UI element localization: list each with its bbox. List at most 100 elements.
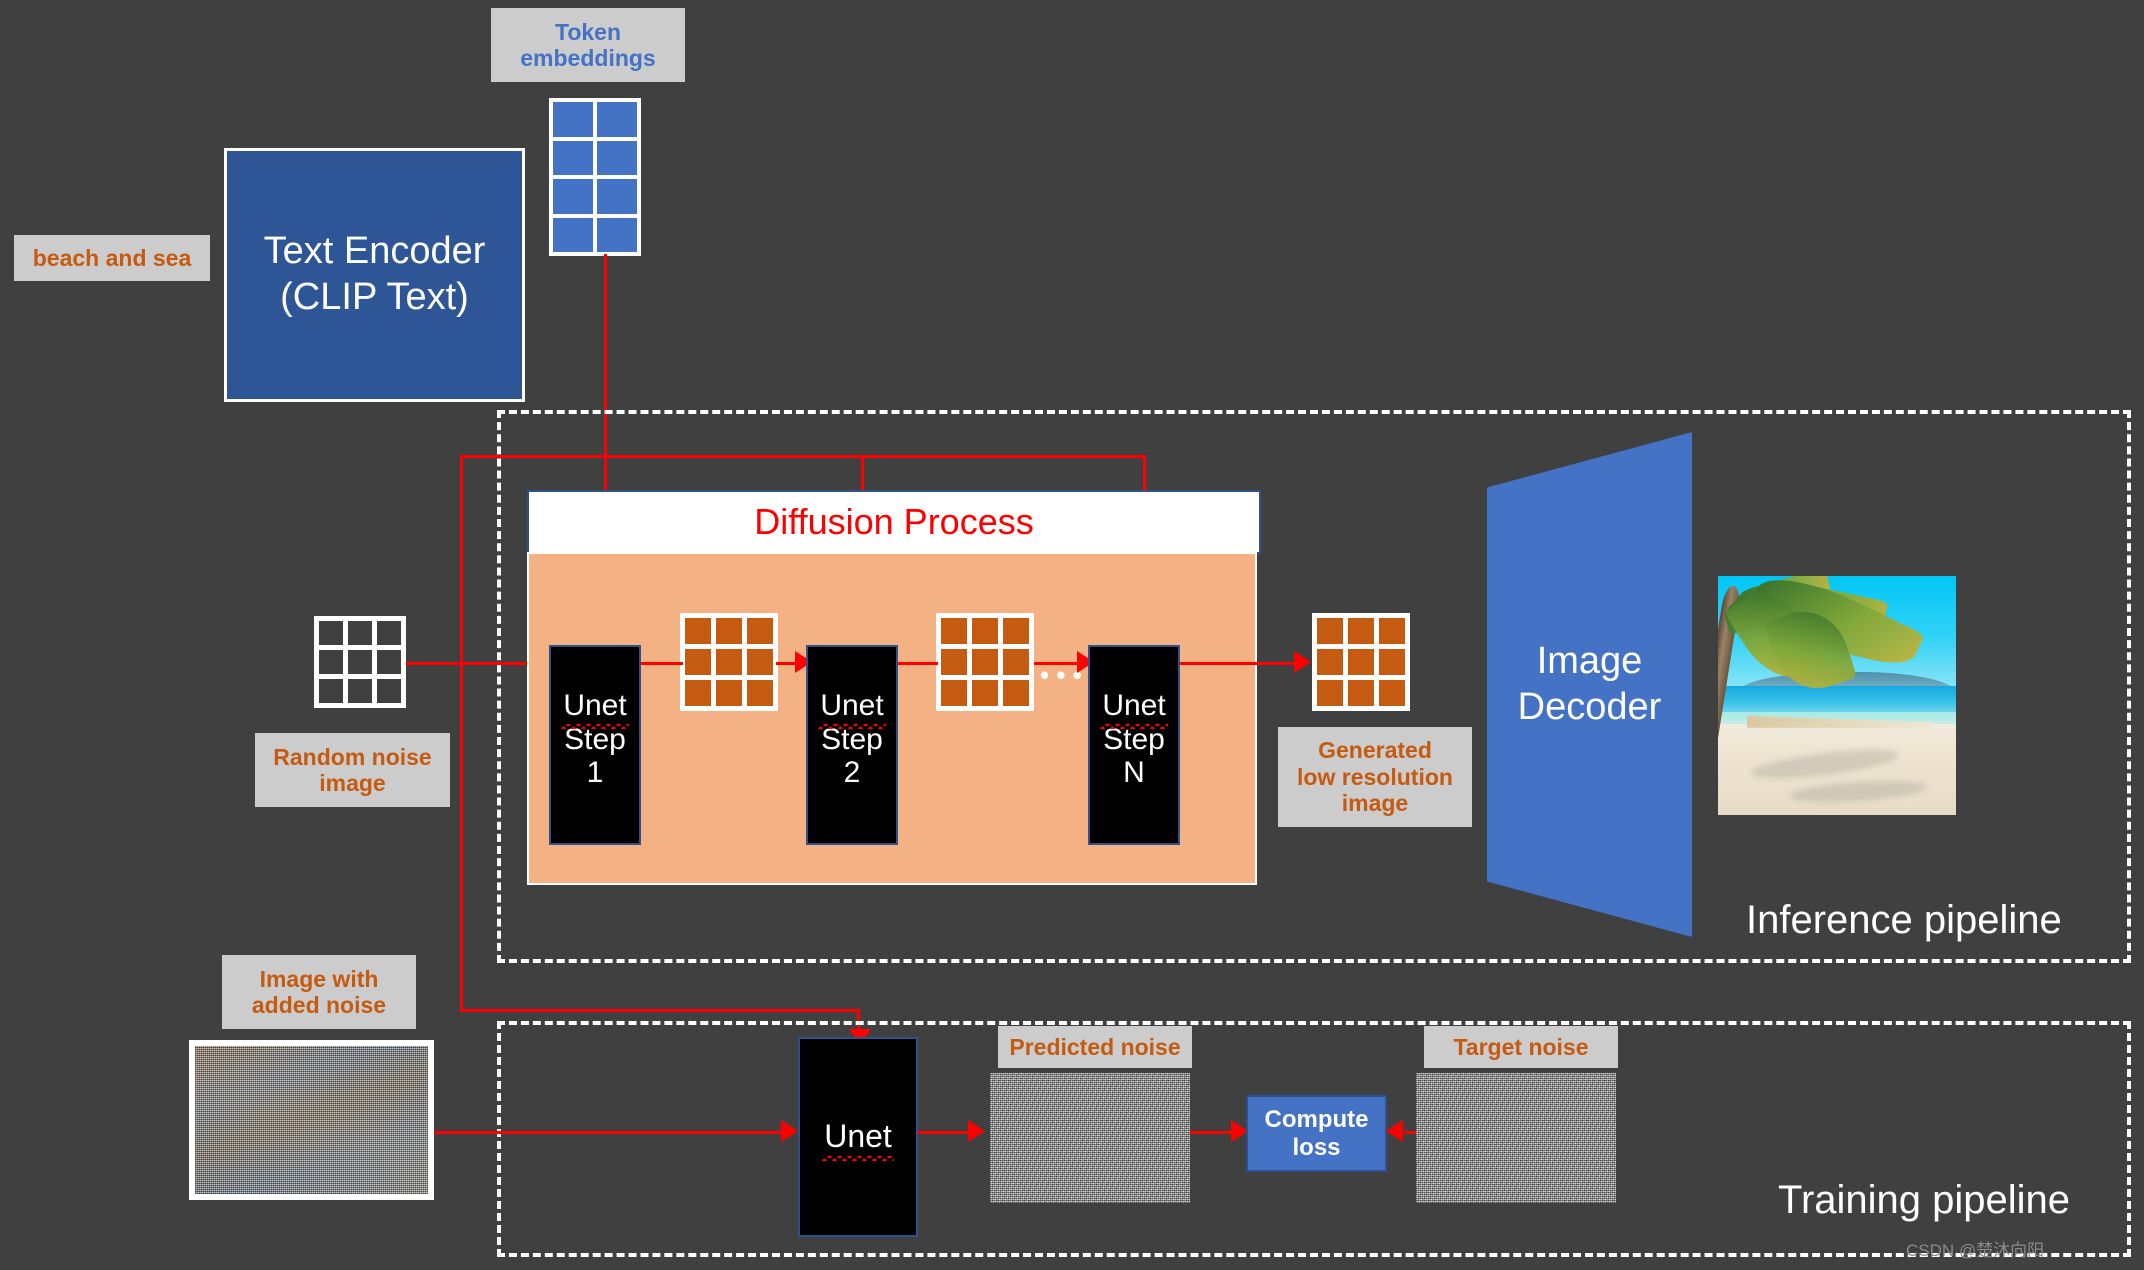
latent-cell <box>1379 680 1405 706</box>
latent-cell <box>716 680 742 706</box>
diffusion-title: Diffusion Process <box>754 501 1034 542</box>
training-flow-arrow-unet <box>781 1120 798 1142</box>
latent-flow-step1-to-grid1 <box>641 662 683 665</box>
token-embeddings-label-line2: embeddings <box>520 45 656 71</box>
prompt-chip: beach and sea <box>14 235 210 281</box>
conditioning-line-left-riser <box>460 455 463 1012</box>
latent-cell <box>1003 649 1029 675</box>
unet-step-n-line1: Unet <box>1100 689 1169 729</box>
latent-cell <box>941 618 967 644</box>
noisy-input-label-line1: Image with <box>259 965 379 992</box>
latent-cell <box>685 680 711 706</box>
inference-pipeline-label: Inference pipeline <box>1746 898 2062 942</box>
latent-cell <box>685 618 711 644</box>
diffusion-ellipsis: • • • <box>1040 660 1082 690</box>
noise-cell <box>319 621 343 645</box>
token-cell <box>597 140 637 175</box>
training-unet: Unet <box>798 1037 918 1237</box>
latent-cell <box>1317 680 1343 706</box>
noisy-input-image <box>189 1040 434 1200</box>
generated-latent-grid <box>1312 613 1410 711</box>
training-flow-arrow-loss-right <box>1386 1120 1403 1142</box>
image-decoder-shape: Image Decoder <box>1487 432 1692 937</box>
token-cell <box>597 179 637 214</box>
latent-cell <box>1379 649 1405 675</box>
token-embeddings-label-line1: Token <box>554 18 622 45</box>
training-flow-unet-to-predicted <box>918 1131 973 1134</box>
random-noise-label-line1: Random noise <box>273 743 432 770</box>
random-noise-grid <box>314 616 406 708</box>
latent-cell <box>1379 618 1405 644</box>
noise-cell <box>348 650 372 674</box>
noise-cell <box>319 679 343 703</box>
compute-loss-line2: loss <box>1292 1133 1341 1161</box>
training-pipeline-label: Training pipeline <box>1778 1178 2071 1222</box>
target-noise-image <box>1416 1073 1616 1203</box>
latent-cell <box>716 618 742 644</box>
text-encoder-line2: (CLIP Text) <box>280 276 469 318</box>
noisy-input-label-line2: added noise <box>251 992 387 1018</box>
latent-cell <box>747 618 773 644</box>
generated-latent-label-line3: image <box>1341 790 1409 817</box>
compute-loss-box: Compute loss <box>1246 1095 1387 1172</box>
latent-cell <box>747 680 773 706</box>
token-cell <box>553 217 593 252</box>
text-encoder-box: Text Encoder (CLIP Text) <box>224 148 525 402</box>
latent-cell <box>1348 680 1374 706</box>
latent-cell <box>1003 618 1029 644</box>
noise-cell <box>377 679 401 703</box>
output-image <box>1718 576 1956 815</box>
random-noise-chip: Random noise image <box>255 733 450 807</box>
latent-flow-stepn-to-output <box>1180 662 1303 665</box>
prompt-label: beach and sea <box>32 244 192 271</box>
noisy-input-chip: Image with added noise <box>222 955 416 1029</box>
training-flow-input-to-unet <box>434 1131 790 1134</box>
latent-cell <box>1348 649 1374 675</box>
text-encoder-line1: Text Encoder <box>263 230 486 273</box>
predicted-noise-image <box>990 1073 1190 1203</box>
latent-cell <box>941 649 967 675</box>
unet-step-1-line1: Unet <box>561 689 630 729</box>
latent-cell <box>1317 649 1343 675</box>
conditioning-line-to-training <box>460 1009 860 1012</box>
latent-flow-arrow-output <box>1294 651 1311 673</box>
latent-cell <box>972 618 998 644</box>
latent-cell <box>972 649 998 675</box>
latent-flow-step2-to-grid2 <box>898 662 938 665</box>
latent-grid-2 <box>936 613 1034 711</box>
diffusion-title-bar: Diffusion Process <box>527 490 1261 554</box>
unet-step-2: Unet Step 2 <box>806 645 898 845</box>
watermark: CSDN @楚沐向阳 <box>1906 1241 2045 1260</box>
unet-step-2-line1: Unet <box>818 689 887 729</box>
predicted-noise-chip: Predicted noise <box>998 1026 1192 1068</box>
latent-cell <box>1317 618 1343 644</box>
noise-cell <box>348 679 372 703</box>
token-cell <box>553 102 593 137</box>
target-noise-chip: Target noise <box>1424 1026 1618 1068</box>
generated-latent-chip: Generated low resolution image <box>1278 727 1472 827</box>
token-embeddings-grid <box>549 98 641 256</box>
latent-cell <box>747 649 773 675</box>
noise-cell <box>377 650 401 674</box>
latent-cell <box>972 680 998 706</box>
noise-cell <box>348 621 372 645</box>
latent-grid-1 <box>680 613 778 711</box>
latent-cell <box>941 680 967 706</box>
token-cell <box>553 140 593 175</box>
token-cell <box>553 179 593 214</box>
unet-step-1-line3: 1 <box>586 756 604 790</box>
noise-cell <box>377 621 401 645</box>
training-unet-label: Unet <box>822 1118 894 1161</box>
latent-cell <box>1003 680 1029 706</box>
token-embeddings-chip: Token embeddings <box>491 8 685 82</box>
noise-cell <box>319 650 343 674</box>
image-decoder-line1: Image <box>1536 639 1643 682</box>
latent-cell <box>685 649 711 675</box>
generated-latent-label-line2: low resolution <box>1297 763 1453 790</box>
predicted-noise-label: Predicted noise <box>1009 1033 1181 1060</box>
unet-step-2-line3: 2 <box>843 756 861 790</box>
training-flow-arrow-predicted <box>968 1120 985 1142</box>
generated-latent-label-line1: Generated <box>1318 737 1432 764</box>
unet-step-n: Unet Step N <box>1088 645 1180 845</box>
latent-cell <box>1348 618 1374 644</box>
